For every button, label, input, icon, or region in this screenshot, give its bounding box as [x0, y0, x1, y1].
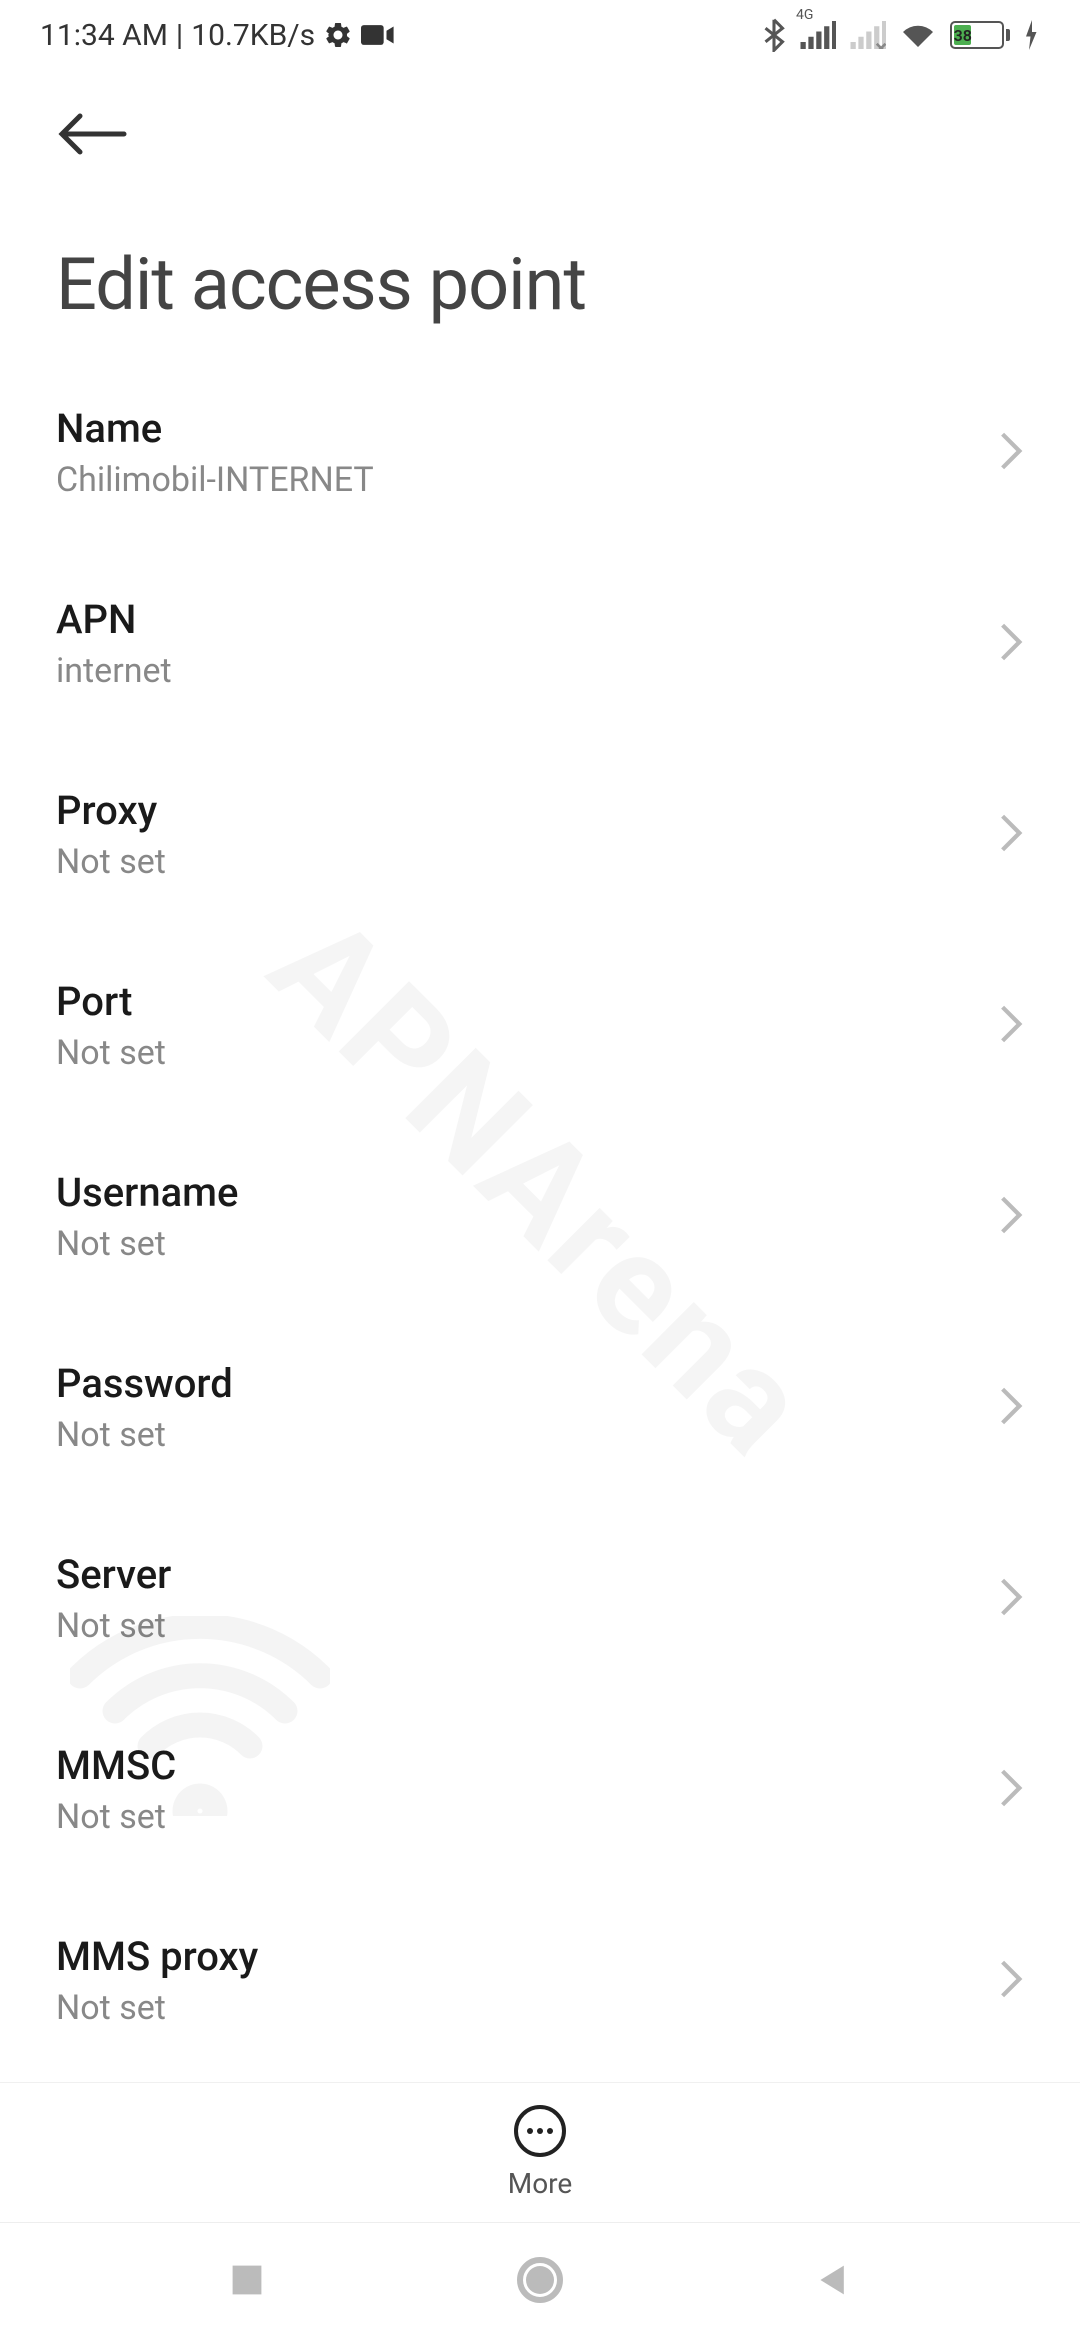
- status-left: 11:34 AM | 10.7KB/s: [40, 18, 395, 53]
- list-item-label: Port: [56, 978, 166, 1025]
- chevron-right-icon: [998, 812, 1024, 858]
- battery-icon: 38: [950, 21, 1010, 49]
- list-item-port[interactable]: Port Not set: [56, 930, 1024, 1121]
- nav-home-button[interactable]: [512, 2254, 568, 2310]
- circle-icon: [516, 2256, 564, 2308]
- list-item-server[interactable]: Server Not set: [56, 1503, 1024, 1694]
- camera-icon: [361, 23, 395, 47]
- settings-list: Name Chilimobil-INTERNET APN internet Pr…: [0, 357, 1080, 2076]
- chevron-right-icon: [998, 1576, 1024, 1622]
- nav-recent-button[interactable]: [219, 2254, 275, 2310]
- nav-back-button[interactable]: [805, 2254, 861, 2310]
- triangle-left-icon: [815, 2262, 851, 2302]
- bluetooth-icon: [762, 18, 786, 52]
- page-title: Edit access point: [56, 242, 1024, 327]
- list-item-label: MMS proxy: [56, 1933, 258, 1980]
- status-time: 11:34 AM: [40, 18, 168, 53]
- list-item-apn[interactable]: APN internet: [56, 548, 1024, 739]
- list-item-label: Username: [56, 1169, 238, 1216]
- list-item-value: Not set: [56, 1224, 238, 1264]
- list-item-name[interactable]: Name Chilimobil-INTERNET: [56, 357, 1024, 548]
- list-item-password[interactable]: Password Not set: [56, 1312, 1024, 1503]
- list-item-mmsc[interactable]: MMSC Not set: [56, 1694, 1024, 1885]
- list-item-label: Password: [56, 1360, 233, 1407]
- back-button[interactable]: [56, 100, 128, 192]
- status-bar: 11:34 AM | 10.7KB/s 4G 38: [0, 0, 1080, 70]
- header: Edit access point: [0, 70, 1080, 327]
- list-item-value: Not set: [56, 842, 166, 882]
- status-separator: |: [176, 18, 183, 53]
- list-item-proxy[interactable]: Proxy Not set: [56, 739, 1024, 930]
- signal-no-sim-icon: [850, 21, 886, 49]
- chevron-right-icon: [998, 1767, 1024, 1813]
- more-label: More: [508, 2167, 573, 2200]
- more-icon: [514, 2105, 566, 2157]
- chevron-right-icon: [998, 621, 1024, 667]
- square-icon: [229, 2262, 265, 2302]
- list-item-value: internet: [56, 651, 172, 691]
- status-right: 4G 38: [762, 18, 1040, 52]
- list-item-mms-proxy[interactable]: MMS proxy Not set: [56, 1885, 1024, 2076]
- chevron-right-icon: [998, 1194, 1024, 1240]
- chevron-right-icon: [998, 1958, 1024, 2004]
- list-item-label: Server: [56, 1551, 171, 1598]
- list-item-label: MMSC: [56, 1742, 176, 1789]
- more-button[interactable]: More: [508, 2105, 573, 2200]
- wifi-icon: [900, 21, 936, 49]
- list-item-label: Name: [56, 405, 374, 452]
- chevron-right-icon: [998, 1003, 1024, 1049]
- list-item-label: Proxy: [56, 787, 166, 834]
- bottom-action-bar: More: [0, 2082, 1080, 2222]
- gear-icon: [323, 20, 353, 50]
- list-item-label: APN: [56, 596, 172, 643]
- list-item-value: Not set: [56, 1606, 171, 1646]
- list-item-value: Chilimobil-INTERNET: [56, 460, 374, 500]
- chevron-right-icon: [998, 430, 1024, 476]
- navigation-bar: [0, 2222, 1080, 2340]
- list-item-username[interactable]: Username Not set: [56, 1121, 1024, 1312]
- charging-icon: [1024, 20, 1040, 50]
- list-item-value: Not set: [56, 1797, 176, 1837]
- list-item-value: Not set: [56, 1988, 258, 2028]
- chevron-right-icon: [998, 1385, 1024, 1431]
- list-item-value: Not set: [56, 1415, 233, 1455]
- status-speed: 10.7KB/s: [191, 18, 315, 53]
- list-item-value: Not set: [56, 1033, 166, 1073]
- arrow-left-icon: [56, 110, 128, 162]
- signal-4g-icon: 4G: [800, 21, 836, 49]
